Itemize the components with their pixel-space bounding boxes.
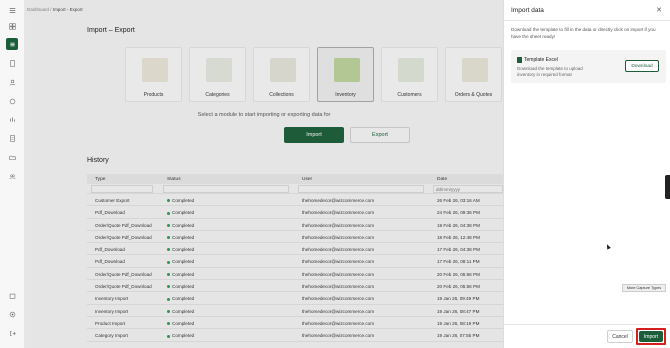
download-button[interactable]: Download [625, 60, 659, 72]
document-icon[interactable] [6, 57, 18, 69]
team-icon[interactable] [6, 170, 18, 182]
analytics-icon[interactable] [6, 113, 18, 125]
feedback-tab[interactable] [665, 175, 670, 199]
close-icon[interactable]: ✕ [656, 6, 662, 14]
logout-icon[interactable] [6, 327, 18, 339]
template-description: Download the template to upload inventor… [517, 66, 583, 77]
settings-icon[interactable] [6, 308, 18, 320]
modal-backdrop[interactable] [25, 0, 503, 348]
sidebar [0, 0, 25, 348]
template-card: Template Excel Download the template to … [511, 50, 666, 83]
drawer-description: Download the template to fill in the dat… [511, 27, 656, 39]
main-content: Dashboard / Import - Export Import – Exp… [25, 0, 503, 348]
drawer-import-button[interactable]: Import [639, 331, 663, 342]
drawer-footer-divider [504, 324, 670, 325]
folder-icon[interactable] [6, 151, 18, 163]
divider [504, 20, 670, 21]
drawer-title: Import data [511, 7, 544, 14]
import-export-icon[interactable] [6, 38, 18, 50]
file-icon[interactable] [6, 132, 18, 144]
capture-tooltip[interactable]: More Capture Types [622, 284, 666, 292]
menu-icon[interactable] [6, 4, 18, 16]
template-title: Template Excel [524, 57, 558, 63]
import-drawer: Import data ✕ Download the template to f… [503, 0, 670, 348]
excel-icon [517, 57, 522, 63]
dashboard-icon[interactable] [6, 20, 18, 32]
cancel-button[interactable]: Cancel [607, 330, 633, 343]
user-icon[interactable] [6, 76, 18, 88]
tag-icon[interactable] [6, 95, 18, 107]
store-icon[interactable] [6, 289, 18, 301]
